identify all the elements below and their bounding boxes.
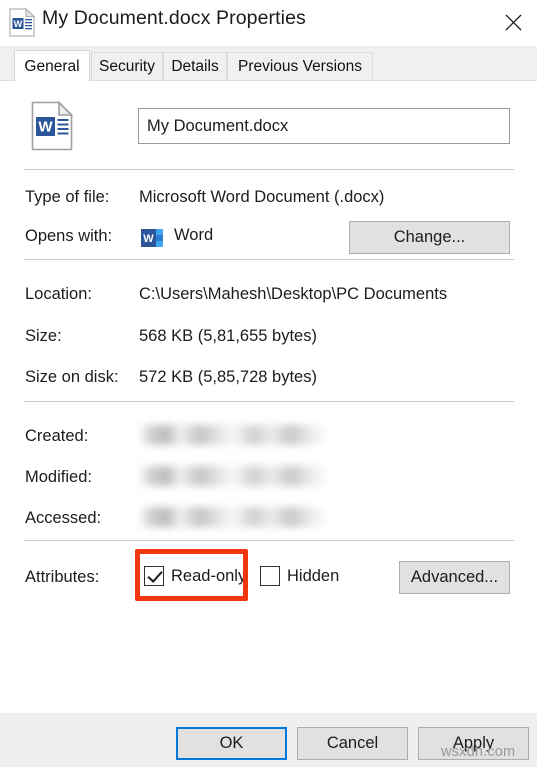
svg-text:W: W — [143, 233, 154, 245]
site-watermark: wsxdn.com — [441, 744, 516, 760]
created-label: Created: — [25, 427, 89, 445]
modified-label: Modified: — [25, 468, 92, 486]
readonly-checkbox[interactable]: Read-only — [144, 566, 246, 586]
change-button[interactable]: Change... — [349, 221, 510, 254]
word-app-icon: W — [140, 226, 164, 250]
modified-value-redacted — [139, 466, 329, 486]
tab-general[interactable]: General — [14, 50, 90, 82]
cancel-button[interactable]: Cancel — [297, 727, 408, 760]
filename-input[interactable] — [138, 108, 510, 144]
checkmark-icon — [144, 566, 164, 586]
separator-4 — [24, 540, 514, 541]
hidden-label: Hidden — [287, 566, 340, 585]
word-document-icon: W — [9, 7, 36, 37]
location-label: Location: — [25, 285, 92, 303]
attributes-label: Attributes: — [25, 568, 100, 586]
checkbox-empty-icon — [260, 566, 280, 586]
svg-text:W: W — [38, 119, 53, 136]
separator-3 — [24, 401, 514, 402]
tab-previous-versions[interactable]: Previous Versions — [227, 52, 373, 81]
ok-button[interactable]: OK — [176, 727, 287, 760]
type-of-file-value: Microsoft Word Document (.docx) — [139, 188, 385, 206]
separator-2 — [24, 259, 514, 260]
properties-dialog: W My Document.docx Properties General Se… — [0, 0, 537, 767]
title-bar: W My Document.docx Properties — [0, 0, 537, 46]
general-tab-panel: W Type of file: Microsoft Word Document … — [0, 80, 537, 713]
separator-1 — [24, 169, 514, 170]
location-value: C:\Users\Mahesh\Desktop\PC Documents — [139, 285, 448, 303]
size-value: 568 KB (5,81,655 bytes) — [139, 327, 317, 345]
readonly-label: Read-only — [171, 566, 247, 585]
tab-details[interactable]: Details — [163, 52, 227, 81]
size-on-disk-value: 572 KB (5,85,728 bytes) — [139, 368, 317, 386]
svg-text:W: W — [14, 19, 23, 29]
created-value-redacted — [139, 425, 329, 445]
type-of-file-label: Type of file: — [25, 188, 110, 206]
size-on-disk-label: Size on disk: — [25, 368, 119, 386]
size-label: Size: — [25, 327, 62, 345]
accessed-value-redacted — [139, 507, 329, 527]
opens-with-value: Word — [174, 226, 214, 244]
tab-strip: General Security Details Previous Versio… — [0, 46, 537, 82]
advanced-button[interactable]: Advanced... — [399, 561, 510, 594]
tab-security[interactable]: Security — [91, 52, 163, 81]
hidden-checkbox[interactable]: Hidden — [260, 566, 339, 586]
accessed-label: Accessed: — [25, 509, 102, 527]
word-document-icon-large: W — [31, 100, 74, 151]
opens-with-label: Opens with: — [25, 227, 113, 245]
close-icon[interactable] — [490, 0, 537, 44]
window-title: My Document.docx Properties — [42, 7, 306, 29]
